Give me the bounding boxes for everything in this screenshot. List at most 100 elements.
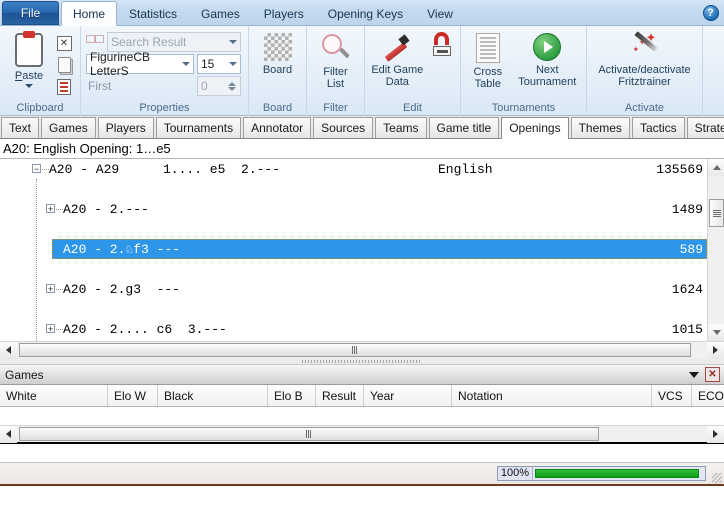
cross-table-button[interactable]: Cross Table	[466, 31, 510, 90]
filler-area	[0, 444, 724, 462]
copy-icon	[57, 57, 71, 73]
column-header-elo-b[interactable]: Elo B	[268, 385, 316, 406]
magnet-icon	[429, 31, 455, 59]
copy-button[interactable]	[53, 55, 75, 75]
scroll-thumb[interactable]	[709, 199, 724, 227]
tree-row-count: 1015	[671, 321, 703, 337]
scroll-down-button[interactable]	[708, 324, 724, 341]
table-row[interactable]: + A20 - 2.... c6 3.--- 1015	[0, 319, 707, 339]
font-size-dropdown[interactable]: 15	[197, 54, 241, 74]
ribbon-group-properties: Search Result FigurineCB LetterS 15 Firs…	[80, 26, 248, 116]
tree-row-label: A20 - 2.g3 ---	[63, 281, 181, 297]
tab-tactics[interactable]: Tactics	[631, 117, 685, 138]
tab-teams[interactable]: Teams	[375, 117, 427, 138]
help-button[interactable]: ?	[701, 3, 720, 22]
ribbon-group-label-board: Board	[262, 102, 293, 114]
board-button[interactable]: Board	[254, 31, 301, 76]
next-tournament-button[interactable]: Next Tournament	[514, 31, 581, 88]
tab-game-title[interactable]: Game title	[428, 117, 500, 138]
games-horizontal-scrollbar[interactable]	[0, 425, 724, 443]
tree-row-count: 1489	[671, 201, 703, 217]
column-header-vcs[interactable]: VCS	[652, 385, 692, 406]
column-header-black[interactable]: Black	[158, 385, 268, 406]
tab-strategy[interactable]: Strategy	[686, 117, 724, 138]
edit-game-data-button[interactable]: Edit Game Data	[370, 31, 425, 88]
tab-sources[interactable]: Sources	[313, 117, 374, 138]
table-row[interactable]: − A20 - A29 1.... e5 2.--- English 13556…	[0, 159, 707, 179]
tree-dash	[56, 329, 63, 330]
column-header-elo-w[interactable]: Elo W	[108, 385, 158, 406]
ribbon-group-label-properties: Properties	[139, 102, 190, 114]
table-row-selected[interactable]: A20 - 2.♘f3 --- 589	[52, 239, 707, 259]
filter-list-button[interactable]: Filter List	[312, 31, 359, 90]
tree-expander[interactable]: +	[46, 204, 55, 213]
tab-statistics[interactable]: Statistics	[117, 2, 189, 25]
tab-opening-keys[interactable]: Opening Keys	[316, 2, 415, 25]
scroll-right-button[interactable]	[707, 425, 724, 443]
scroll-right-button[interactable]	[707, 341, 724, 359]
magnet-button[interactable]	[429, 31, 455, 59]
paste-button[interactable]: Paste	[5, 31, 53, 88]
tab-openings[interactable]: Openings	[501, 117, 569, 139]
column-header-eco[interactable]: ECO	[692, 385, 724, 406]
spinner-icon[interactable]	[227, 81, 237, 91]
font-dropdown[interactable]: FigurineCB LetterS	[86, 50, 194, 78]
tree-expander[interactable]: +	[46, 284, 55, 293]
table-row[interactable]: + A20 - 2.g3 --- 1624	[0, 279, 707, 299]
tree-row-extra: English	[438, 161, 493, 177]
tab-tournaments-key[interactable]: Tournaments	[155, 117, 242, 138]
chevron-down-icon	[229, 40, 237, 44]
cut-button[interactable]: ✕	[53, 33, 75, 53]
table-row[interactable]: + A20 - 2.--- 1489	[0, 199, 707, 219]
opening-key-tree[interactable]: − A20 - A29 1.... e5 2.--- English 13556…	[0, 159, 724, 341]
scroll-thumb[interactable]	[19, 342, 691, 357]
column-header-notation[interactable]: Notation	[452, 385, 652, 406]
tree-expander[interactable]: +	[46, 324, 55, 333]
column-header-year[interactable]: Year	[364, 385, 452, 406]
column-header-result[interactable]: Result	[316, 385, 364, 406]
tree-expander[interactable]: −	[32, 164, 41, 173]
scroll-track[interactable]	[17, 426, 707, 443]
tab-themes[interactable]: Themes	[570, 117, 630, 138]
tree-row-count: 589	[679, 241, 703, 257]
tree-vertical-scrollbar[interactable]	[707, 159, 724, 341]
resize-grip-icon[interactable]	[712, 473, 722, 483]
tab-text[interactable]: Text	[1, 117, 40, 138]
tree-row-count: 1624	[671, 281, 703, 297]
filter-list-label-line2: List	[326, 78, 345, 90]
tree-horizontal-scrollbar[interactable]	[0, 341, 724, 359]
font-value: FigurineCB LetterS	[90, 50, 151, 78]
ribbon-group-board: Board Board	[248, 26, 306, 116]
tab-games-key[interactable]: Games	[41, 117, 96, 138]
search-result-dropdown[interactable]: Search Result	[107, 32, 241, 52]
first-value: 0	[201, 79, 208, 93]
scroll-left-button[interactable]	[0, 341, 17, 359]
tab-annotator[interactable]: Annotator	[243, 117, 312, 138]
ribbon-group-label-filter: Filter	[323, 102, 348, 114]
ribbon-group-clipboard: Paste ✕ Clipboard	[0, 26, 80, 116]
tree-row-label: A20 - 2.---	[63, 201, 149, 217]
activate-fritztrainer-button[interactable]: ✦✦✦ Activate/deactivate Fritztrainer	[592, 31, 697, 88]
tab-players[interactable]: Players	[252, 2, 316, 25]
scroll-thumb[interactable]	[19, 426, 599, 441]
scroll-up-button[interactable]	[708, 159, 724, 176]
column-header-white[interactable]: White	[0, 385, 108, 406]
scroll-left-button[interactable]	[0, 425, 17, 443]
splitter-grip-icon	[302, 359, 422, 363]
scroll-left-icon	[6, 346, 11, 354]
tab-home[interactable]: Home	[61, 1, 118, 26]
chevron-down-icon[interactable]	[689, 371, 699, 378]
games-grid-body[interactable]	[0, 407, 724, 425]
first-stepper[interactable]: 0	[197, 76, 241, 96]
panel-splitter[interactable]	[0, 358, 724, 365]
tab-games[interactable]: Games	[189, 2, 252, 25]
tab-file[interactable]: File	[2, 1, 59, 25]
ribbon-tab-bar: File Home Statistics Games Players Openi…	[0, 0, 724, 26]
tab-players-key[interactable]: Players	[97, 117, 154, 138]
scroll-track[interactable]	[17, 342, 707, 359]
window-bottom-edge	[0, 484, 724, 486]
activate-label-line1: Activate/deactivate	[598, 64, 691, 76]
close-icon[interactable]: ✕	[705, 367, 720, 382]
tab-view[interactable]: View	[415, 2, 465, 25]
paste-options-button[interactable]	[53, 77, 75, 97]
